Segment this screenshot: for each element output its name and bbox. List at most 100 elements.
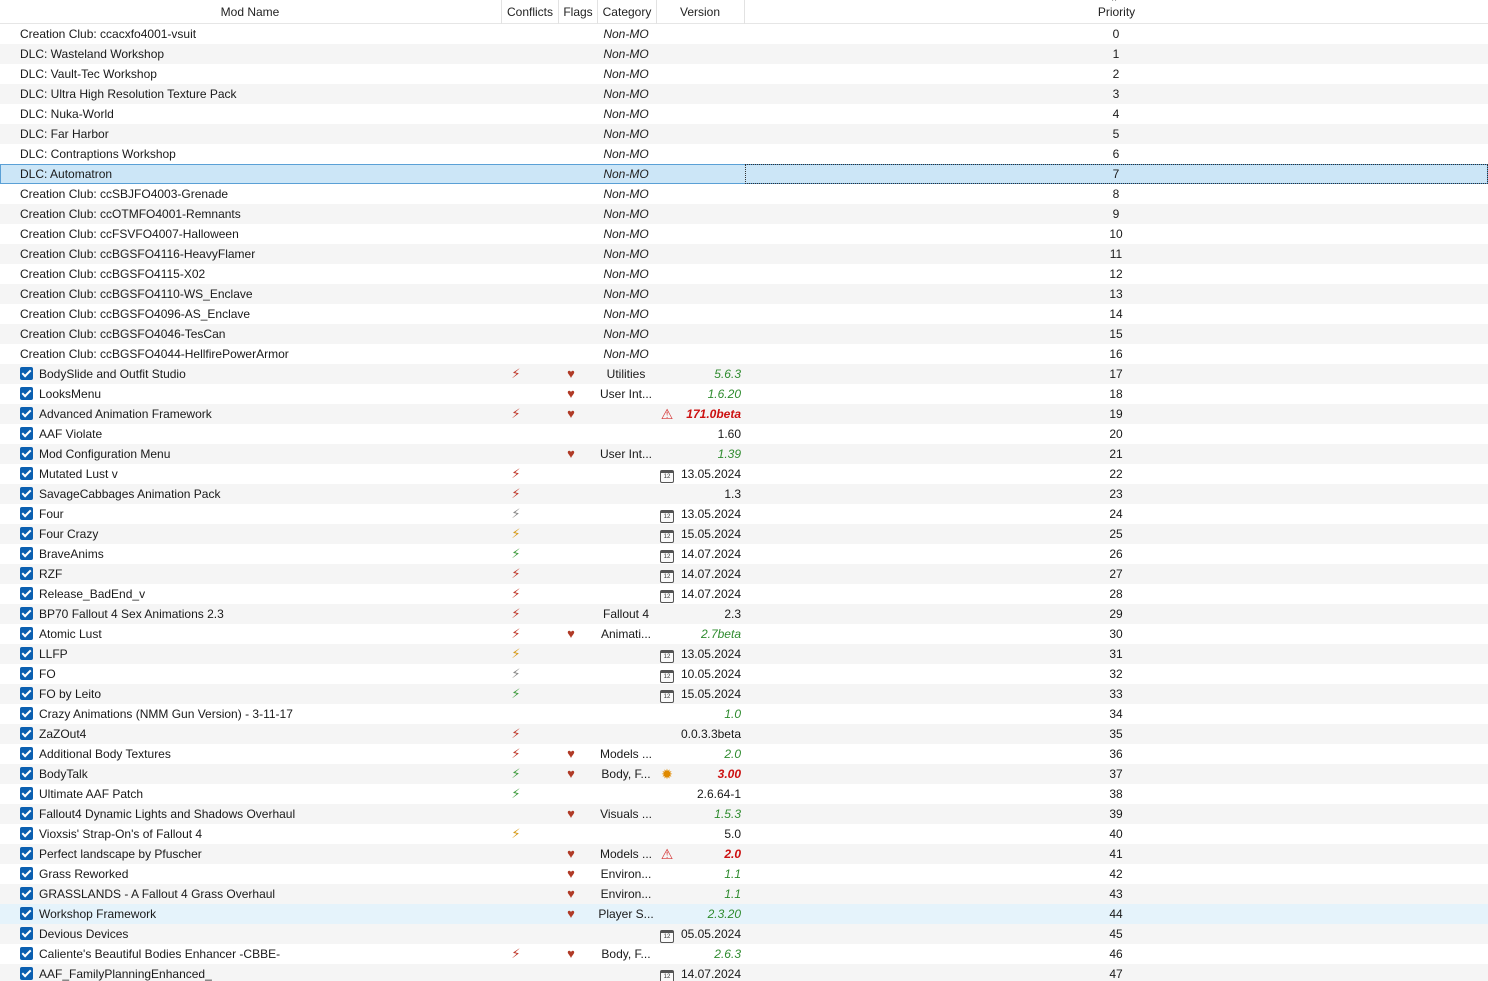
table-row[interactable]: Ultimate AAF Patch ⚡ 2.6.64-1 38 xyxy=(0,784,1488,804)
enable-checkbox[interactable] xyxy=(20,707,33,720)
table-row[interactable]: Additional Body Textures ⚡ ♥ Models ... 2.0 3… xyxy=(0,744,1488,764)
table-row[interactable]: RZF ⚡ 12 14.07.2024 27 xyxy=(0,564,1488,584)
table-row[interactable]: Creation Club: ccSBJFO4003-Grenade Non-MO… xyxy=(0,184,1488,204)
table-row[interactable]: Devious Devices 12 05.05.2024 45 xyxy=(0,924,1488,944)
table-row[interactable]: DLC: Automatron Non-MO 7 xyxy=(0,164,1488,184)
enable-checkbox[interactable] xyxy=(20,747,33,760)
column-header-category[interactable]: Category xyxy=(598,0,656,24)
mod-category xyxy=(598,584,654,604)
mod-category: Body, F... xyxy=(601,947,651,961)
table-row[interactable]: Creation Club: ccBGSFO4046-TesCan Non-MO 1… xyxy=(0,324,1488,344)
enable-checkbox[interactable] xyxy=(20,447,33,460)
enable-checkbox[interactable] xyxy=(20,527,33,540)
table-row[interactable]: FO by Leito ⚡ 12 15.05.2024 33 xyxy=(0,684,1488,704)
table-row[interactable]: Creation Club: ccBGSFO4115-X02 Non-MO 12 xyxy=(0,264,1488,284)
enable-checkbox[interactable] xyxy=(20,547,33,560)
enable-checkbox[interactable] xyxy=(20,727,33,740)
table-row[interactable]: BraveAnims ⚡ 12 14.07.2024 26 xyxy=(0,544,1488,564)
table-row[interactable]: BodySlide and Outfit Studio ⚡ ♥ Utilities 5.… xyxy=(0,364,1488,384)
table-row[interactable]: DLC: Nuka-World Non-MO 4 xyxy=(0,104,1488,124)
enable-checkbox[interactable] xyxy=(20,427,33,440)
flag-notes-icon: ♥ xyxy=(567,626,575,641)
mod-list-table[interactable]: Mod Name Conflicts Flags Category Versio… xyxy=(0,0,1488,981)
mod-priority: 7 xyxy=(1112,167,1120,181)
column-header-conflicts[interactable]: Conflicts xyxy=(502,0,558,24)
enable-checkbox[interactable] xyxy=(20,827,33,840)
table-row[interactable]: Atomic Lust ⚡ ♥ Animati... 2.7beta 30 xyxy=(0,624,1488,644)
table-row[interactable]: Creation Club: ccFSVFO4007-Halloween Non-… xyxy=(0,224,1488,244)
enable-checkbox[interactable] xyxy=(20,687,33,700)
table-row[interactable]: BodyTalk ⚡ ♥ Body, F... ✹ 3.00 37 xyxy=(0,764,1488,784)
mod-name: Release_BadEnd_v xyxy=(39,587,146,601)
table-row[interactable]: Creation Club: ccOTMFO4001-Remnants Non-M… xyxy=(0,204,1488,224)
table-row[interactable]: Creation Club: ccacxfo4001-vsuit Non-MO 0 xyxy=(0,24,1488,44)
enable-checkbox[interactable] xyxy=(20,787,33,800)
mod-version: 13.05.2024 xyxy=(680,467,741,481)
enable-checkbox[interactable] xyxy=(20,887,33,900)
enable-checkbox[interactable] xyxy=(20,467,33,480)
enable-checkbox[interactable] xyxy=(20,767,33,780)
enable-checkbox[interactable] xyxy=(20,607,33,620)
table-row[interactable]: DLC: Far Harbor Non-MO 5 xyxy=(0,124,1488,144)
table-row[interactable]: Caliente's Beautiful Bodies Enhancer -CB… xyxy=(0,944,1488,964)
enable-checkbox[interactable] xyxy=(20,667,33,680)
enable-checkbox[interactable] xyxy=(20,947,33,960)
table-row[interactable]: Creation Club: ccBGSFO4116-HeavyFlamer No… xyxy=(0,244,1488,264)
enable-checkbox[interactable] xyxy=(20,367,33,380)
column-header-flags[interactable]: Flags xyxy=(559,0,597,24)
mod-version: 5.6.3 xyxy=(714,367,741,381)
mod-version xyxy=(680,24,742,44)
column-header-mod-name[interactable]: Mod Name xyxy=(0,0,500,24)
enable-checkbox[interactable] xyxy=(20,507,33,520)
mod-category: Non-MO xyxy=(603,247,649,261)
table-row[interactable]: SavageCabbages Animation Pack ⚡ 1.3 23 xyxy=(0,484,1488,504)
table-row[interactable]: Workshop Framework ♥ Player S... 2.3.20 44 xyxy=(0,904,1488,924)
enable-checkbox[interactable] xyxy=(20,967,33,980)
enable-checkbox[interactable] xyxy=(20,407,33,420)
table-row[interactable]: BP70 Fallout 4 Sex Animations 2.3 ⚡ Fallou… xyxy=(0,604,1488,624)
enable-checkbox[interactable] xyxy=(20,907,33,920)
table-row[interactable]: ZaZOut4 ⚡ 0.0.3.3beta 35 xyxy=(0,724,1488,744)
enable-checkbox[interactable] xyxy=(20,927,33,940)
enable-checkbox[interactable] xyxy=(20,487,33,500)
calendar-icon: 12 xyxy=(658,464,676,484)
table-row[interactable]: DLC: Contraptions Workshop Non-MO 6 xyxy=(0,144,1488,164)
mod-priority: 6 xyxy=(1112,147,1120,161)
enable-checkbox[interactable] xyxy=(20,567,33,580)
table-row[interactable]: Fallout4 Dynamic Lights and Shadows Over… xyxy=(0,804,1488,824)
column-header-priority[interactable]: Priority xyxy=(745,0,1488,24)
enable-checkbox[interactable] xyxy=(20,587,33,600)
enable-checkbox[interactable] xyxy=(20,847,33,860)
column-header-version[interactable]: Version xyxy=(657,0,743,24)
table-row[interactable]: Crazy Animations (NMM Gun Version) - 3-1… xyxy=(0,704,1488,724)
enable-checkbox[interactable] xyxy=(20,807,33,820)
table-row[interactable]: LLFP ⚡ 12 13.05.2024 31 xyxy=(0,644,1488,664)
table-row[interactable]: LooksMenu ♥ User Int... 1.6.20 18 xyxy=(0,384,1488,404)
table-row[interactable]: Vioxsis' Strap-On's of Fallout 4 ⚡ 5.0 40 xyxy=(0,824,1488,844)
mod-category xyxy=(598,724,654,744)
table-row[interactable]: GRASSLANDS - A Fallout 4 Grass Overhaul ♥… xyxy=(0,884,1488,904)
table-row[interactable]: DLC: Wasteland Workshop Non-MO 1 xyxy=(0,44,1488,64)
enable-checkbox[interactable] xyxy=(20,647,33,660)
table-row[interactable]: Grass Reworked ♥ Environ... 1.1 42 xyxy=(0,864,1488,884)
table-row[interactable]: Perfect landscape by Pfuscher ♥ Models ...… xyxy=(0,844,1488,864)
table-row[interactable]: Creation Club: ccBGSFO4044-HellfirePower… xyxy=(0,344,1488,364)
conflict-overwrite-icon: ⚡ xyxy=(511,606,521,621)
table-row[interactable]: DLC: Ultra High Resolution Texture Pack N… xyxy=(0,84,1488,104)
table-row[interactable]: Mod Configuration Menu ♥ User Int... 1.39 21 xyxy=(0,444,1488,464)
table-row[interactable]: Four Crazy ⚡ 12 15.05.2024 25 xyxy=(0,524,1488,544)
table-row[interactable]: Creation Club: ccBGSFO4096-AS_Enclave Non… xyxy=(0,304,1488,324)
table-row[interactable]: Creation Club: ccBGSFO4110-WS_Enclave Non… xyxy=(0,284,1488,304)
enable-checkbox[interactable] xyxy=(20,387,33,400)
table-row[interactable]: Mutated Lust v ⚡ 12 13.05.2024 22 xyxy=(0,464,1488,484)
mod-name: Ultimate AAF Patch xyxy=(39,787,144,801)
table-row[interactable]: Release_BadEnd_v ⚡ 12 14.07.2024 28 xyxy=(0,584,1488,604)
enable-checkbox[interactable] xyxy=(20,867,33,880)
table-row[interactable]: Advanced Animation Framework ⚡ ♥ ⚠ 171.0beta… xyxy=(0,404,1488,424)
enable-checkbox[interactable] xyxy=(20,627,33,640)
table-row[interactable]: AAF_FamilyPlanningEnhanced_ 12 14.07.2024 4… xyxy=(0,964,1488,981)
table-row[interactable]: DLC: Vault-Tec Workshop Non-MO 2 xyxy=(0,64,1488,84)
table-row[interactable]: Four ⚡ 12 13.05.2024 24 xyxy=(0,504,1488,524)
table-row[interactable]: AAF Violate 1.60 20 xyxy=(0,424,1488,444)
table-row[interactable]: FO ⚡ 12 10.05.2024 32 xyxy=(0,664,1488,684)
